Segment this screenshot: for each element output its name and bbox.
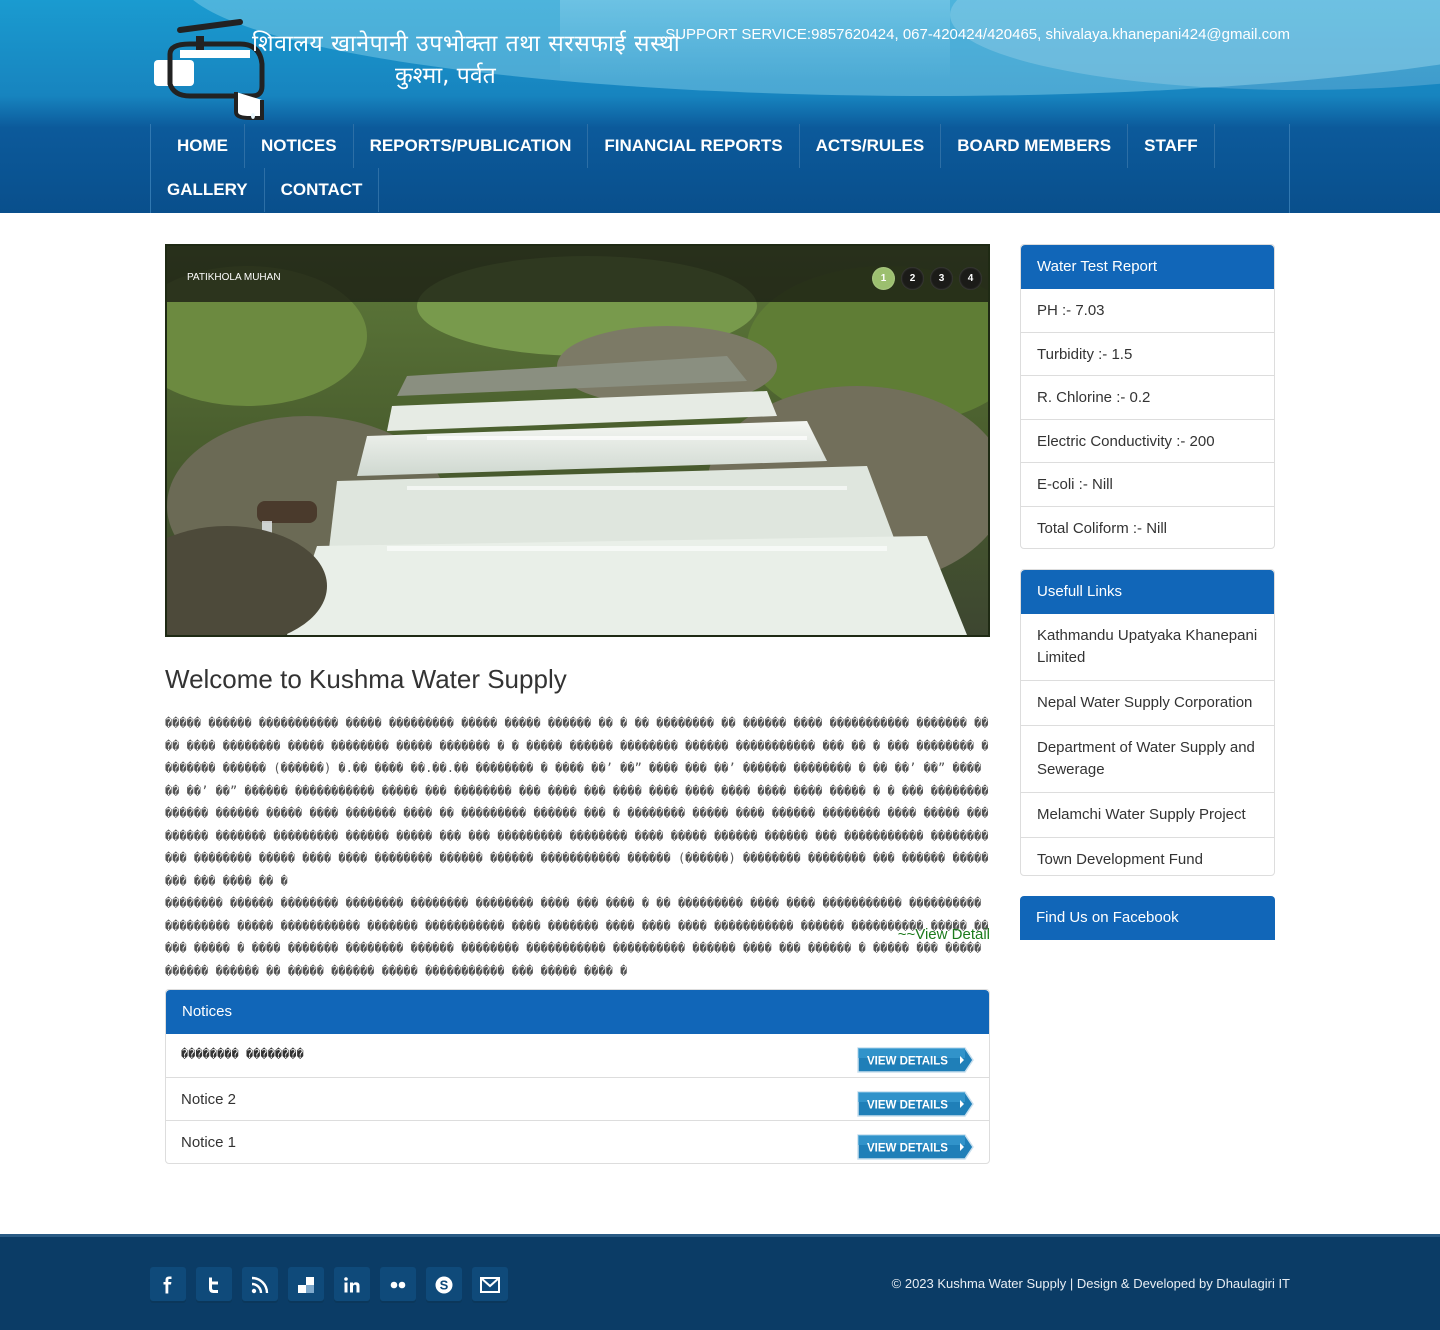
welcome-body: ����� ������ ����������� ����� ���������… [165,712,990,982]
view-details-button[interactable]: VIEW DETAILS [855,1090,975,1118]
water-test-item-coliform: Total Coliform :- Nill [1037,519,1168,537]
useful-links-panel: Usefull Links Kathmandu Upatyaka Khanepa… [1020,569,1275,876]
nav-item-acts-rules[interactable]: Acts/Rules [800,124,942,168]
welcome-heading: Welcome to Kushma Water Supply [165,664,567,694]
water-test-item-conductivity: Electric Conductivity :- 200 [1021,420,1274,463]
slide-caption-bar [167,246,988,302]
slide-caption: PATIKHOLA MUHAN [187,272,281,283]
site-footer: S © 2023 Kushma Water Supply | Design & … [0,1234,1440,1330]
view-details-button[interactable]: VIEW DETAILS [855,1133,975,1161]
water-test-item-ph: PH :- 7.03 [1021,289,1274,333]
view-detail-link[interactable]: ~~View Detail [898,926,990,943]
welcome-paragraph-2: �������� ������ �������� �������� ������… [165,896,989,978]
nav-item-gallery[interactable]: Gallery [151,168,265,212]
link-dept-water-supply[interactable]: Department of Water Supply and Sewerage [1021,726,1274,793]
notice-item[interactable]: Notice 1 VIEW DETAILS [166,1121,989,1165]
social-links: S [150,1267,508,1303]
notice-item[interactable]: �������� �������� VIEW DETAILS [166,1034,989,1078]
water-test-item-turbidity: Turbidity :- 1.5 [1021,333,1274,376]
facebook-heading: Find Us on Facebook [1020,896,1275,940]
waterfall-slide-image [167,246,988,635]
notice-item[interactable]: Notice 2 VIEW DETAILS [166,1078,989,1121]
water-test-item-ecoli: E-coli :- Nill [1021,463,1274,507]
copyright-text: © 2023 Kushma Water Supply | Design & De… [891,1276,1290,1291]
water-test-item-chlorine: R. Chlorine :- 0.2 [1021,376,1274,420]
notice-title[interactable]: Notice 1 [181,1134,236,1151]
nav-item-reports-publication[interactable]: Reports/Publication [354,124,589,168]
notices-heading: Notices [166,990,989,1034]
link-kathmandu-upatyaka[interactable]: Kathmandu Upatyaka Khanepani Limited [1021,614,1274,681]
flickr-icon[interactable] [380,1267,416,1303]
welcome-paragraph-1: ����� ������ ����������� ����� ���������… [165,716,989,888]
view-details-label: VIEW DETAILS [867,1056,948,1068]
notice-title[interactable]: Notice 2 [181,1091,236,1108]
useful-links-heading: Usefull Links [1021,570,1274,614]
nav-item-home[interactable]: Home [161,124,245,168]
link-melamchi[interactable]: Melamchi Water Supply Project [1021,793,1274,838]
facebook-panel: Find Us on Facebook [1020,896,1275,941]
notices-panel: Notices �������� �������� VIEW DETAILS N… [165,989,990,1164]
slider-dot-4[interactable]: 4 [959,267,982,290]
link-town-development-fund[interactable]: Town Development Fund [1021,838,1274,882]
water-test-heading: Water Test Report [1021,245,1274,289]
slider-dot-2[interactable]: 2 [901,267,924,290]
logo-title-nepali: शिवालय खानेपानी उपभोक्ता तथा सरसफाई सस्थ… [252,31,681,57]
view-details-label: VIEW DETAILS [867,1099,948,1111]
site-header: शिवालय खानेपानी उपभोक्ता तथा सरसफाई सस्थ… [0,0,1440,213]
notice-title[interactable]: �������� �������� [181,1047,304,1061]
nav-row-1: Home Notices Reports/Publication Financi… [161,124,1215,168]
support-service-text: SUPPORT SERVICE:9857620424, 067-420424/4… [665,26,1290,43]
linkedin-icon[interactable] [334,1267,370,1303]
link-nepal-water-supply[interactable]: Nepal Water Supply Corporation [1021,681,1274,726]
nav-item-notices[interactable]: Notices [245,124,354,168]
twitter-icon[interactable] [196,1267,232,1303]
water-test-report-panel: Water Test Report PH :- 7.03 Turbidity :… [1020,244,1275,549]
main-navigation: Home Notices Reports/Publication Financi… [150,124,1290,213]
slider-dot-1[interactable]: 1 [872,267,895,290]
slider-pagination: 1 2 3 4 [872,267,982,290]
nav-item-financial-reports[interactable]: Financial Reports [588,124,800,168]
svg-text:S: S [440,1278,449,1293]
image-slider[interactable]: PATIKHOLA MUHAN 1 2 3 4 [165,244,990,637]
view-details-label: VIEW DETAILS [867,1143,948,1155]
email-icon[interactable] [472,1267,508,1303]
logo-location-nepali: कुश्मा, पर्वत [395,63,496,89]
nav-item-staff[interactable]: Staff [1128,124,1215,168]
nav-item-board-members[interactable]: Board Members [941,124,1129,168]
facebook-icon[interactable] [150,1267,186,1303]
rss-icon[interactable] [242,1267,278,1303]
slider-dot-3[interactable]: 3 [930,267,953,290]
nav-item-contact[interactable]: Contact [265,168,380,212]
delicious-icon[interactable] [288,1267,324,1303]
skype-icon[interactable]: S [426,1267,462,1303]
nav-row-2: Gallery Contact [151,168,380,212]
view-details-button[interactable]: VIEW DETAILS [855,1046,975,1074]
